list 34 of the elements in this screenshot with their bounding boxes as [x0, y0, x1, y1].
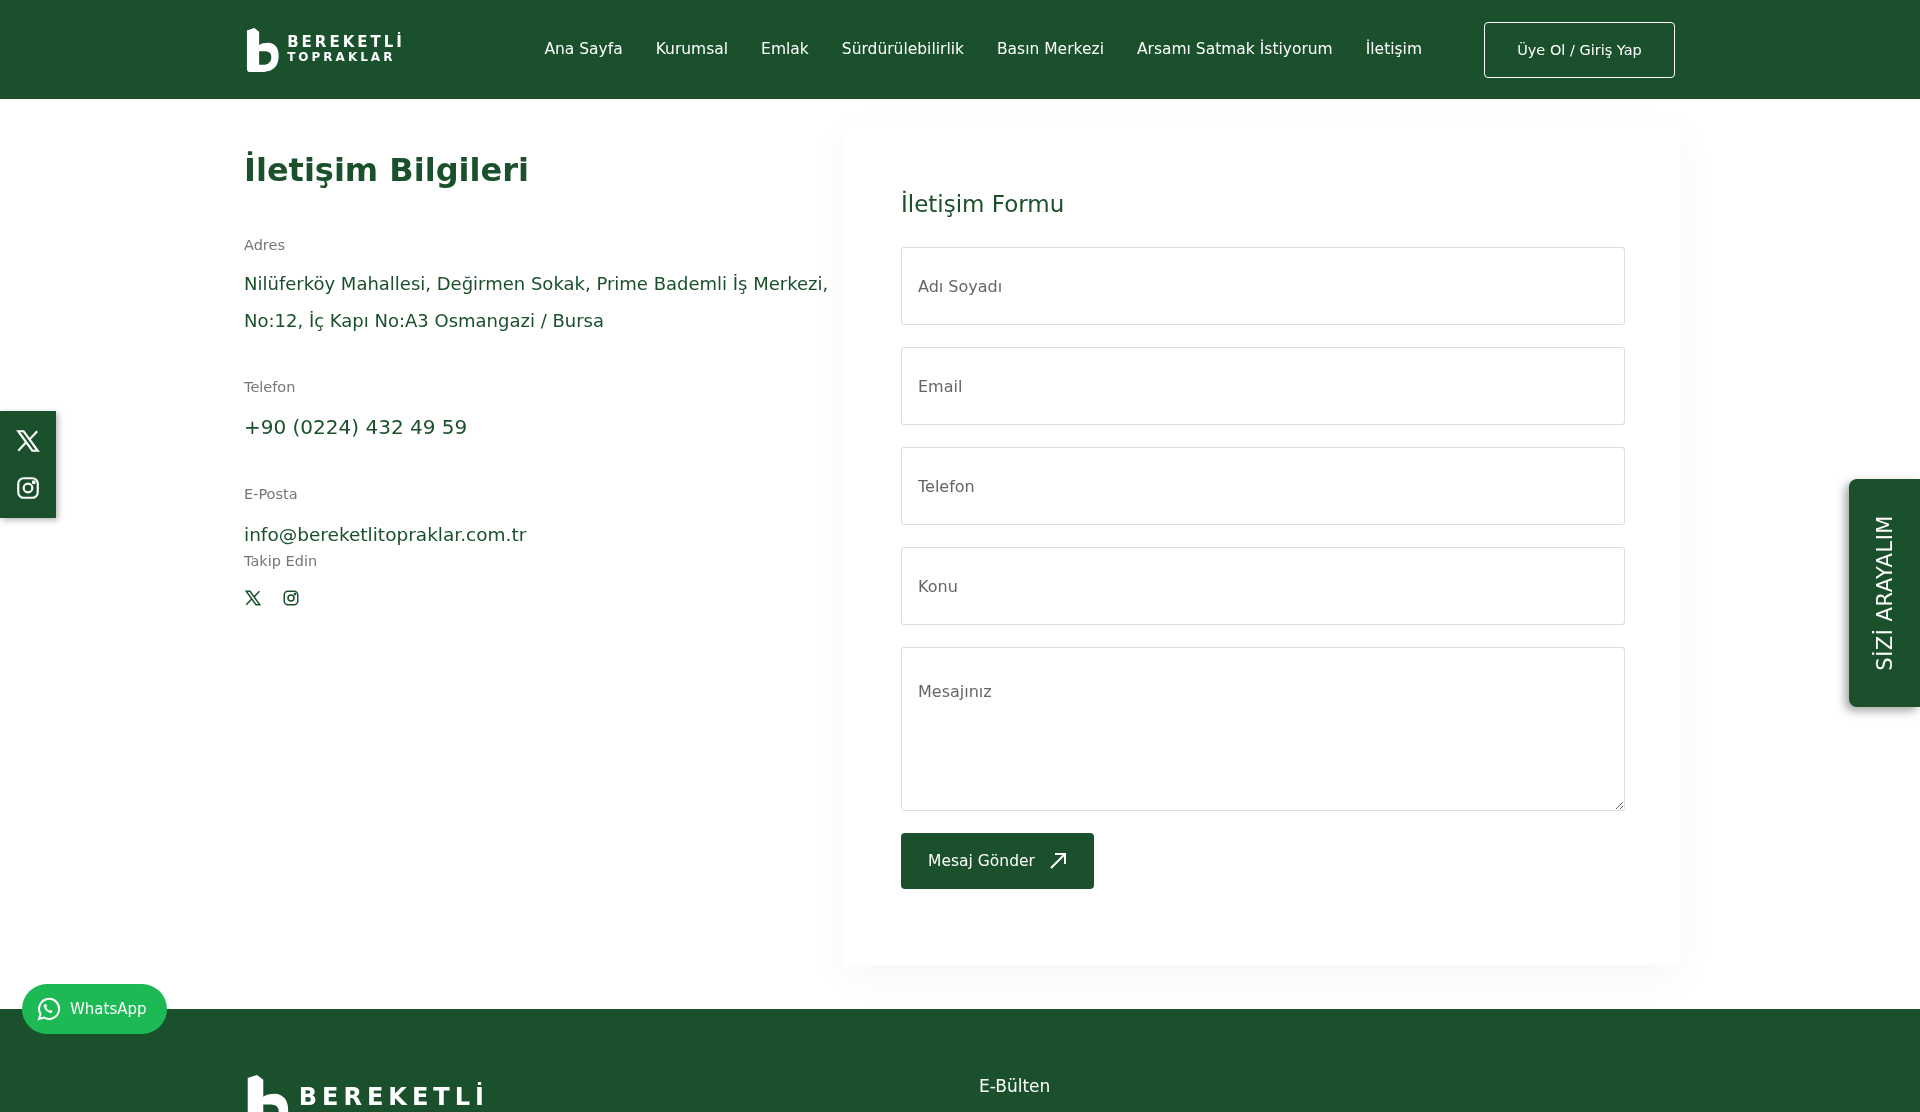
form-title: İletişim Formu [901, 191, 1066, 217]
arrow-icon [1048, 852, 1067, 870]
logo-icon [244, 27, 280, 72]
logo-subtext: TOPRAKLAR [287, 51, 397, 65]
info-label: E-Posta [244, 486, 299, 502]
nav-link[interactable]: Arsamı Satmak İstiyorum [1136, 37, 1333, 62]
message-field[interactable]: Mesajınız [901, 647, 1625, 811]
info-value: Nilüferköy Mahallesi, Değirmen Sokak, Prime Bademli İş Merkezi, No:12, İç Kapı No:A3 Osmangazi / Bursa [244, 272, 830, 333]
footer-logo-text: BEREKETLİ [298, 1083, 489, 1111]
logo-text: BEREKETLİ [287, 33, 405, 52]
send-button[interactable]: Mesaj Gönder [901, 833, 1094, 889]
input-field[interactable]: Konu [901, 547, 1625, 625]
nav-link[interactable]: Sürdürülebilirlik [841, 37, 964, 62]
nav-link[interactable]: Emlak [761, 37, 809, 62]
section-title: İletişim Bilgileri [244, 151, 530, 189]
nav-link[interactable]: Basın Merkezi [997, 37, 1104, 62]
footer-heading: E-Bülten [979, 1075, 1051, 1098]
info-value: info@bereketlitopraklar.com.tr [244, 523, 528, 547]
info-label: Telefon [244, 379, 297, 395]
nav-link[interactable]: Kurumsal [655, 37, 729, 62]
input-field[interactable]: Email [901, 347, 1625, 425]
x-icon[interactable] [15, 427, 41, 454]
input-field[interactable]: Telefon [901, 447, 1625, 525]
info-value: +90 (0224) 432 49 59 [244, 414, 469, 441]
x-icon[interactable] [244, 589, 262, 607]
nav-link[interactable]: Ana Sayfa [544, 37, 623, 62]
callback-tab[interactable]: SİZİ ARAYALIM [1849, 479, 1920, 707]
instagram-icon[interactable] [15, 475, 41, 502]
input-field[interactable]: Adı Soyadı [901, 247, 1625, 325]
nav-link[interactable]: İletişim [1365, 37, 1422, 62]
info-label: Adres [244, 237, 286, 253]
instagram-icon[interactable] [282, 589, 300, 607]
follow-label: Takip Edin [244, 553, 319, 569]
login-button[interactable]: Üye Ol / Giriş Yap [1484, 21, 1675, 78]
